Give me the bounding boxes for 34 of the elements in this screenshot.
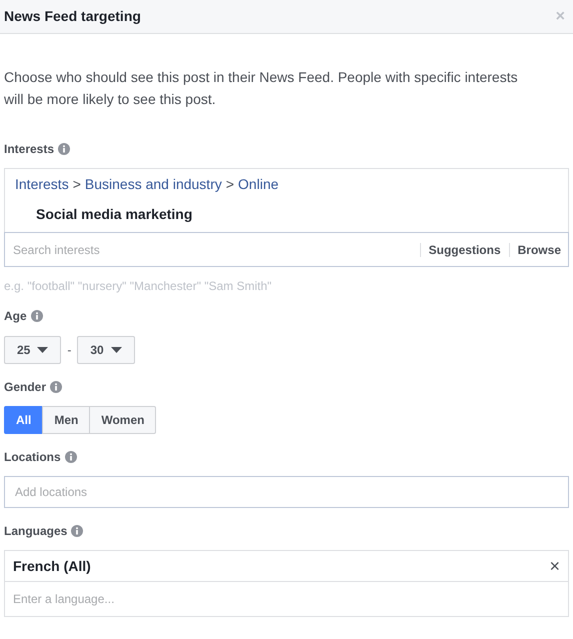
breadcrumb-link[interactable]: Business and industry [84,174,222,195]
locations-field[interactable]: Add locations [4,476,569,508]
hint-text: e.g. "football" "nursery" "Manchester" "Sam Smith" [4,278,273,295]
info-icon [50,381,62,393]
interest-action-link[interactable]: Suggestions [428,240,501,258]
selected-interest: Social media marketing [36,206,192,222]
breadcrumb-link[interactable]: Online [238,174,279,195]
language-token: French (All) [13,556,91,576]
field-label: Interests [4,141,54,158]
info-icon [71,525,84,537]
breadcrumb-link[interactable]: Interests [15,174,69,195]
field-label: Age [4,308,27,325]
field-label: Gender [4,379,46,396]
info-icon [30,310,43,322]
breadcrumb-separator: > [72,175,81,194]
age-min-dropdown[interactable]: 25 [4,336,62,364]
field-label: Languages [4,523,68,540]
interest-action-link[interactable]: Browse [518,240,561,258]
language-field[interactable]: Enter a language... [4,582,569,617]
breadcrumb-separator: > [226,175,234,194]
age-max-dropdown[interactable]: 30 [77,336,135,364]
caret-icon [37,347,48,353]
gender-option[interactable]: Men [42,406,90,434]
dialog-title: News Feed targeting [4,7,141,26]
age-range-dash: - [67,342,72,359]
gender-option[interactable]: All [4,406,44,434]
description-text: Choose who should see this post in their News Feed. People with specific interests will be more likely to see this post. [4,68,519,109]
info-icon [58,143,70,155]
remove-button[interactable]: × [549,557,560,575]
gender-option[interactable]: Women [89,406,156,434]
info-icon [64,451,77,463]
search-interests-field[interactable]: Search interests Suggestions Browse [4,232,569,267]
field-label: Locations [4,449,61,466]
caret-icon [110,347,122,353]
